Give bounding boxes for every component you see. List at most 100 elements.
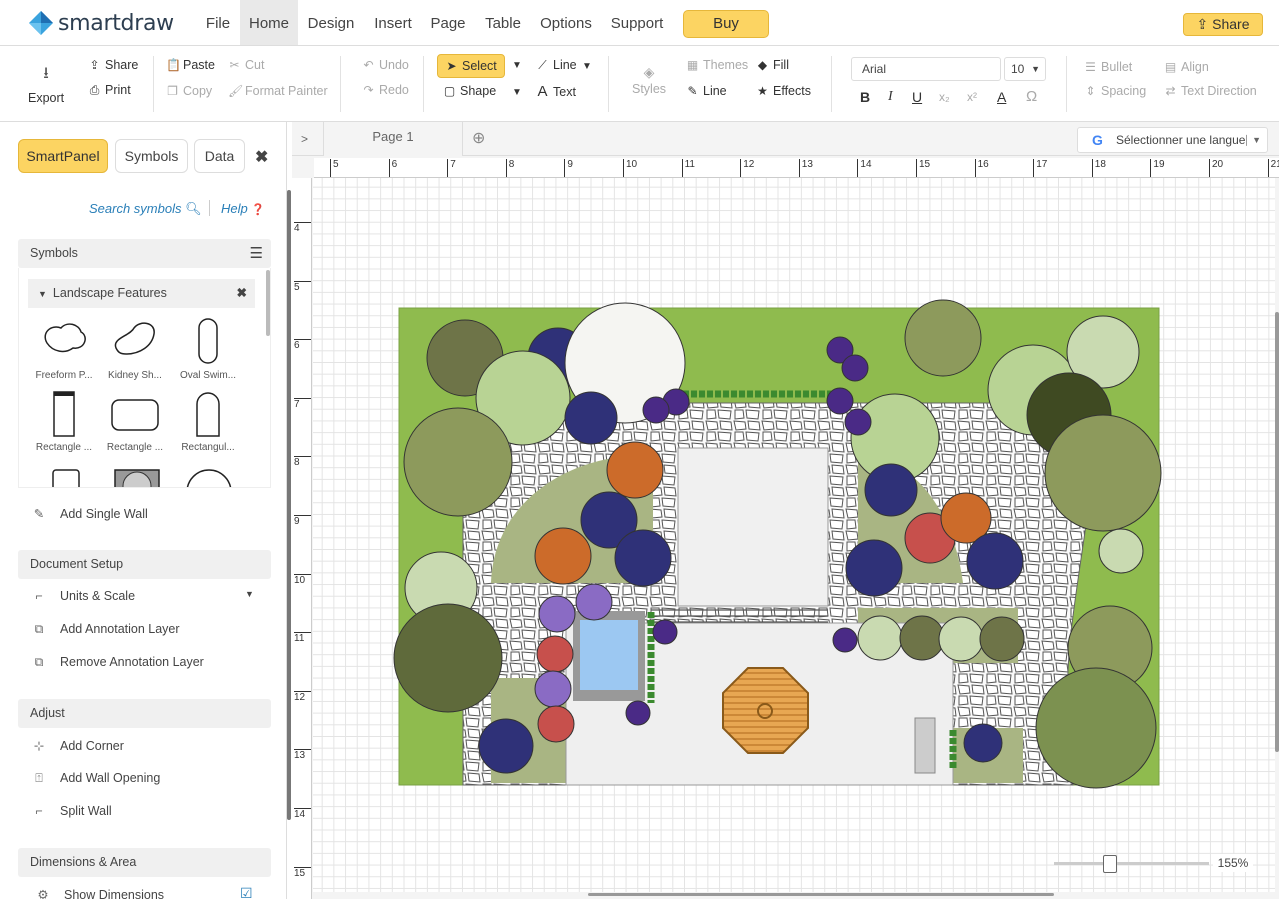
symbol-rectangular-arch[interactable]: Rectangul...	[173, 390, 243, 453]
language-select[interactable]: G Sélectionner une langue │ ▼	[1077, 127, 1268, 153]
copy-label: Copy	[183, 84, 213, 98]
adjust-header[interactable]: Adjust	[18, 699, 271, 728]
buy-button[interactable]: Buy	[683, 10, 769, 38]
add-wall-opening[interactable]: ⍐ Add Wall Opening	[30, 771, 160, 786]
tab-smartpanel[interactable]: SmartPanel	[18, 139, 108, 173]
align-button[interactable]: ▤ Align	[1164, 60, 1209, 74]
pencil-icon: ✎	[687, 84, 698, 98]
format-painter-label: Format Painter	[245, 84, 328, 98]
spacing-button[interactable]: ⇕ Spacing	[1084, 84, 1146, 98]
symbol-kidney-shape[interactable]: Kidney Sh...	[100, 318, 170, 381]
themes-button[interactable]: ▦ Themes	[686, 58, 748, 72]
subscript-icon[interactable]: x₂	[939, 90, 950, 104]
landscape-plan[interactable]	[313, 178, 1275, 892]
text-direction-button[interactable]: ⇄ Text Direction	[1164, 84, 1256, 98]
symbols-section-header[interactable]: Symbols ☰	[18, 239, 271, 268]
close-icon[interactable]: ✖	[255, 147, 268, 167]
fill-button[interactable]: ◆ Fill	[756, 58, 789, 72]
undo-button[interactable]: ↶ Undo	[362, 58, 408, 72]
symbol-partial-2[interactable]	[113, 466, 163, 487]
export-button[interactable]: ⭳ Export	[28, 62, 64, 105]
search-symbols-link[interactable]: Search symbols 🔍︎	[89, 201, 202, 217]
text-button[interactable]: A Text	[536, 83, 575, 100]
add-single-wall[interactable]: ✎ Add Single Wall	[30, 506, 148, 521]
horizontal-scrollbar[interactable]	[588, 893, 1054, 896]
add-corner[interactable]: ⊹ Add Corner	[30, 738, 124, 753]
library-header[interactable]: ▼ Landscape Features ✖	[28, 279, 255, 308]
format-painter-button[interactable]: 🖌 Format Painter	[228, 84, 328, 98]
menu-file[interactable]: File	[196, 0, 240, 45]
document-setup-header[interactable]: Document Setup	[18, 550, 271, 579]
copy-button[interactable]: ❐ Copy	[166, 84, 212, 98]
shape-button[interactable]: ▢ Shape	[443, 84, 496, 98]
effects-button[interactable]: ★ Effects	[756, 84, 811, 98]
font-color-icon[interactable]: A	[997, 89, 1006, 105]
special-char-icon[interactable]: Ω	[1026, 88, 1037, 105]
symbol-label: Freeform P...	[35, 370, 93, 381]
help-link[interactable]: Help ❓	[221, 201, 265, 216]
zoom-level[interactable]: 155%	[1213, 854, 1253, 872]
font-family-select[interactable]: Arial	[851, 57, 1001, 81]
paste-button[interactable]: 📋 Paste	[166, 58, 215, 72]
select-dropdown-icon[interactable]: ▼	[512, 60, 522, 71]
remove-library-icon[interactable]: ✖	[237, 279, 247, 308]
shape-dropdown-icon[interactable]: ▼	[512, 87, 522, 98]
menu-options[interactable]: Options	[535, 0, 597, 45]
tab-data[interactable]: Data	[194, 139, 245, 173]
units-dropdown-icon[interactable]: ▼	[245, 589, 254, 599]
add-single-wall-label: Add Single Wall	[60, 507, 148, 521]
menu-design[interactable]: Design	[302, 0, 360, 45]
bold-icon[interactable]: B	[860, 89, 870, 105]
drawing-canvas[interactable]	[313, 178, 1275, 892]
units-scale[interactable]: ⌐ Units & Scale	[30, 589, 135, 603]
zoom-slider-handle[interactable]	[1103, 855, 1117, 873]
italic-icon[interactable]: I	[888, 89, 893, 105]
split-wall[interactable]: ⌐ Split Wall	[30, 804, 111, 818]
line-button[interactable]: ⟋ Line	[536, 58, 576, 73]
line-style-button[interactable]: ✎ Line	[686, 84, 726, 98]
layer-add-icon: ⧉	[34, 622, 44, 636]
expand-panel-icon[interactable]: >	[301, 132, 308, 146]
zoom-slider-track[interactable]	[1054, 862, 1209, 865]
list-icon: ☰	[1085, 60, 1096, 74]
styles-button[interactable]: ◈ Styles	[632, 64, 666, 96]
remove-annotation-layer[interactable]: ⧉ Remove Annotation Layer	[30, 655, 204, 670]
menu-support[interactable]: Support	[604, 0, 670, 45]
menu-insert[interactable]: Insert	[367, 0, 419, 45]
symbol-rectangle-rounded[interactable]: Rectangle ...	[100, 390, 170, 453]
bullet-button[interactable]: ☰ Bullet	[1084, 60, 1132, 74]
add-page-icon[interactable]: ⊕	[472, 128, 485, 148]
round-pool-icon	[186, 469, 232, 487]
select-button[interactable]: ➤ Select	[437, 54, 505, 78]
cut-button[interactable]: ✂ Cut	[228, 58, 264, 72]
underline-icon[interactable]: U	[912, 89, 922, 105]
menu-page[interactable]: Page	[425, 0, 471, 45]
symbol-label: Kidney Sh...	[108, 370, 162, 381]
symbol-rectangle-pool[interactable]: Rectangle ...	[29, 390, 99, 453]
show-dimensions[interactable]: ⚙ Show Dimensions	[34, 887, 164, 899]
add-annotation-layer[interactable]: ⧉ Add Annotation Layer	[30, 622, 180, 637]
line-dropdown-icon[interactable]: ▼	[582, 61, 592, 72]
checkbox-icon[interactable]: ☑	[240, 885, 253, 899]
symbol-freeform-pool[interactable]: Freeform P...	[29, 318, 99, 381]
menu-table[interactable]: Table	[478, 0, 528, 45]
share-button[interactable]: ⇪ Share	[1183, 13, 1263, 36]
share-ribbon-button[interactable]: ⇪ Share	[88, 58, 138, 72]
tab-page-1[interactable]: Page 1	[323, 122, 463, 156]
tab-symbols[interactable]: Symbols	[115, 139, 188, 173]
hamburger-menu-icon[interactable]: ☰	[250, 239, 263, 268]
redo-button[interactable]: ↷ Redo	[362, 83, 408, 97]
vertical-scrollbar[interactable]	[1275, 312, 1279, 752]
scrollbar[interactable]	[266, 270, 270, 336]
symbol-partial-1[interactable]	[49, 466, 89, 487]
symbol-oval-pool[interactable]: Oval Swim...	[173, 318, 243, 381]
print-button[interactable]: ⎙ Print	[88, 83, 131, 98]
dimensions-area-header[interactable]: Dimensions & Area	[18, 848, 271, 877]
panel-scrollbar[interactable]	[287, 190, 291, 820]
superscript-icon[interactable]: x²	[967, 90, 977, 104]
menu-home[interactable]: Home	[240, 0, 298, 45]
symbol-partial-3[interactable]	[185, 466, 235, 487]
ruler-tick-label: 9	[294, 515, 311, 527]
font-size-select[interactable]: 10 ▼	[1004, 57, 1046, 81]
smartdraw-logo[interactable]: smartdraw	[28, 10, 174, 36]
